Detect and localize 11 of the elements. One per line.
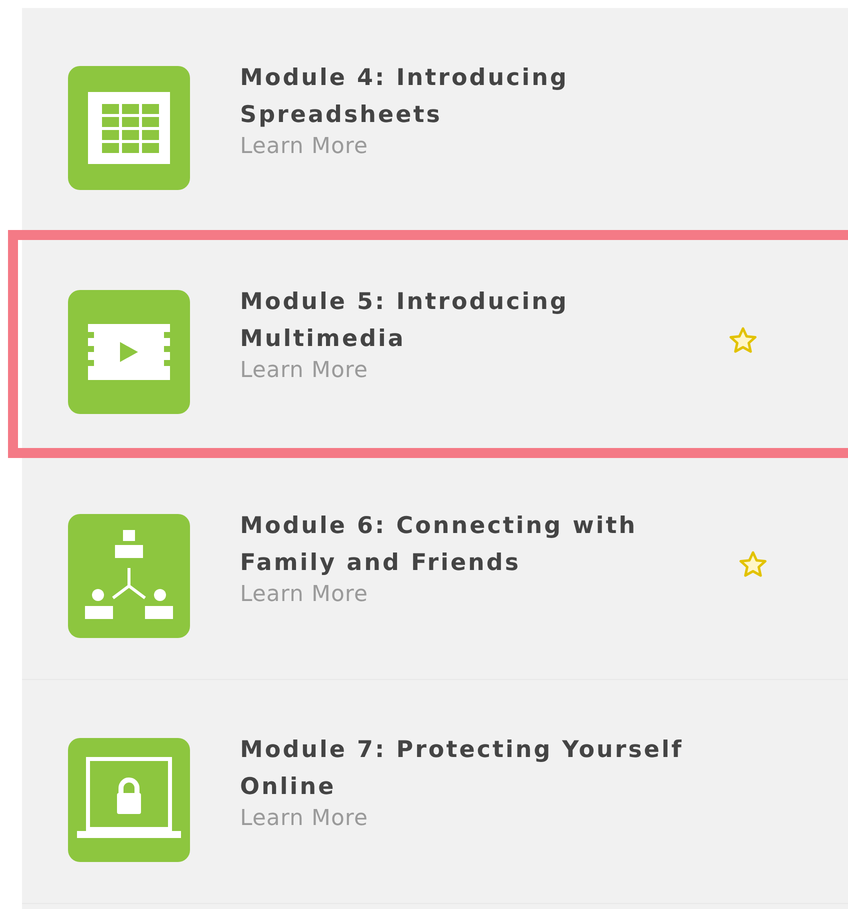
- learn-more-link[interactable]: Learn More: [240, 806, 368, 832]
- learn-more-link[interactable]: Learn More: [240, 134, 368, 160]
- spreadsheet-icon: [86, 90, 172, 166]
- module-title: Module 7: Protecting Yourself Online: [240, 736, 684, 802]
- module-title: Module 5: Introducing Multimedia: [240, 288, 570, 354]
- module-title: Module 4: Introducing Spreadsheets: [240, 64, 570, 130]
- module-title: Module 6: Connecting with Family and Friends: [240, 512, 638, 578]
- learn-more-link[interactable]: Learn More: [240, 582, 368, 608]
- star-icon[interactable]: [728, 326, 758, 356]
- star-icon[interactable]: [738, 550, 768, 580]
- learn-more-link[interactable]: Learn More: [240, 358, 368, 384]
